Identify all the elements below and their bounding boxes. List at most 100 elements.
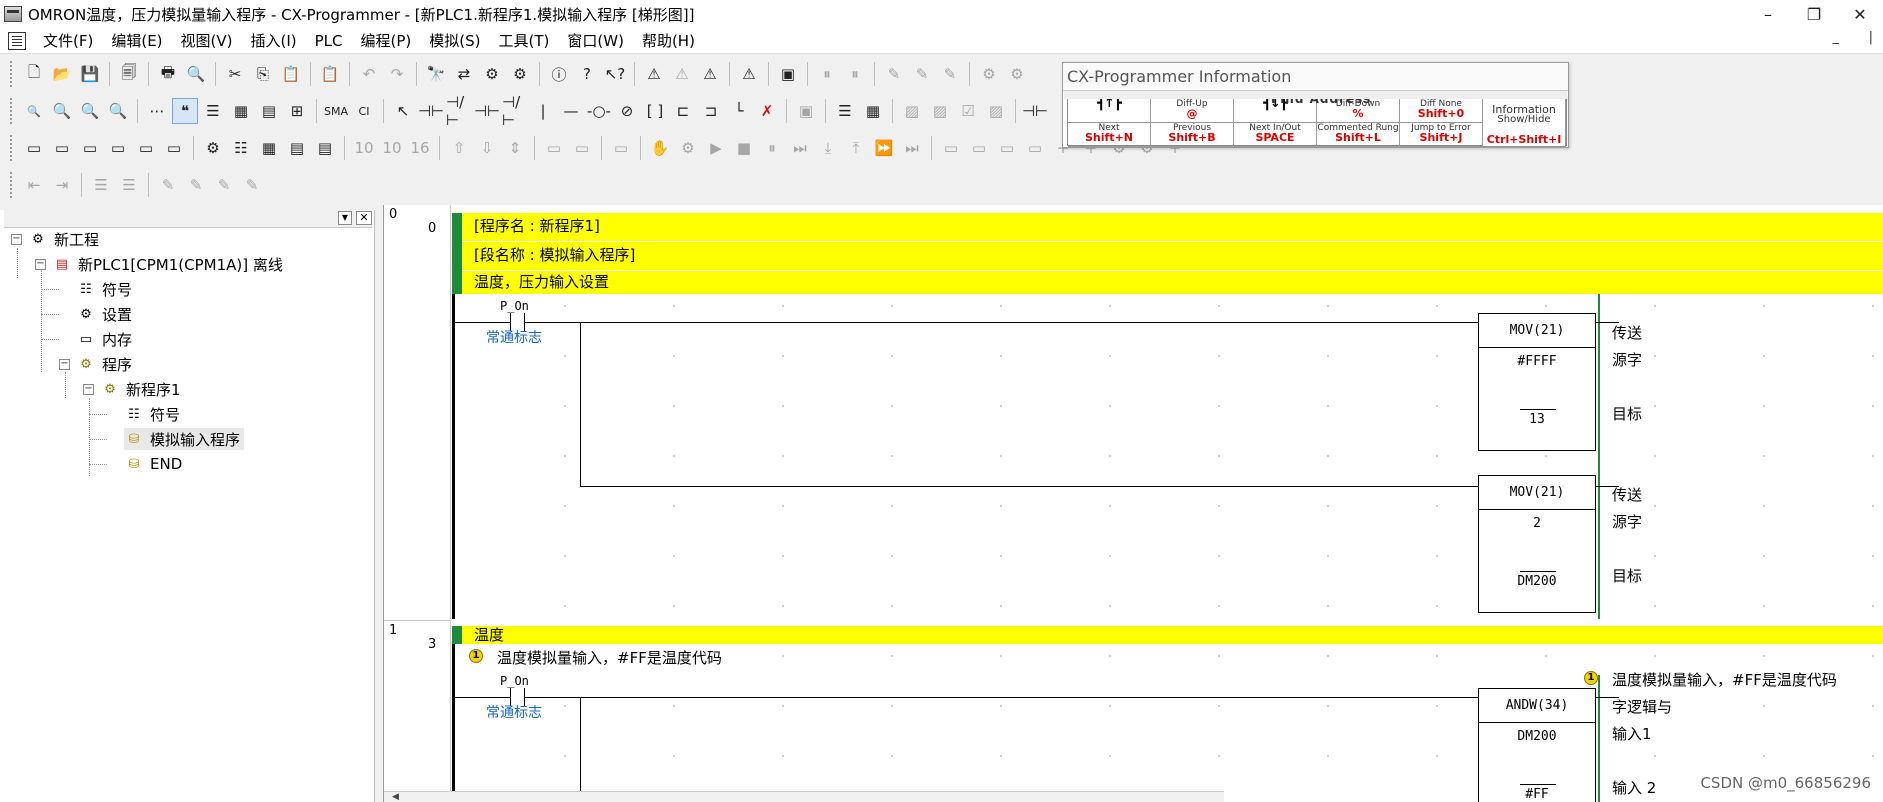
menu-window[interactable]: 窗口(W) (558, 30, 633, 51)
h16-icon[interactable]: 16 (407, 135, 433, 161)
monitor-icon[interactable]: ▣ (775, 61, 801, 87)
info-icon[interactable]: ⓘ (546, 61, 572, 87)
window4-icon[interactable]: ▭ (105, 135, 131, 161)
skip-icon[interactable]: ⏭ (899, 135, 925, 161)
new-file-icon[interactable]: 🗋 (21, 61, 47, 87)
print-preview-doc-icon[interactable]: 🗐 (116, 61, 142, 87)
ci-icon[interactable]: CI (351, 98, 377, 124)
menu-help[interactable]: 帮助(H) (633, 30, 704, 51)
instruction-icon[interactable]: [ ] (642, 98, 668, 124)
help-icon[interactable]: ? (574, 61, 600, 87)
zoom-fit-icon[interactable]: 🔍 (105, 98, 131, 124)
vertical-icon[interactable]: | (530, 98, 556, 124)
context-help-icon[interactable]: ↖? (602, 61, 628, 87)
pen2-icon[interactable]: ✎ (183, 172, 209, 198)
window3-icon[interactable]: ▭ (77, 135, 103, 161)
tree-expander[interactable]: − (11, 233, 22, 245)
list-icon[interactable]: ☰ (200, 98, 226, 124)
force-icon[interactable]: ☑ (955, 98, 981, 124)
paste-icon[interactable]: 📋 (278, 61, 304, 87)
save-icon[interactable]: 💾 (77, 61, 103, 87)
open-folder-icon[interactable]: 📂 (49, 61, 75, 87)
step-next-icon[interactable]: ⏭ (787, 135, 813, 161)
b1-icon[interactable]: ▭ (938, 135, 964, 161)
tree-node-analog-input-section[interactable]: ⛁ 模拟输入程序 (124, 428, 245, 450)
tree-dropdown-button[interactable]: ▼ (338, 211, 352, 225)
symbol-table-icon[interactable]: ⚙ (200, 135, 226, 161)
menu-view[interactable]: 视图(V) (172, 30, 242, 51)
warning-find-icon[interactable]: ⚠ (697, 61, 723, 87)
symbol2-icon[interactable]: ☷ (228, 135, 254, 161)
tree-close-button[interactable]: ✕ (356, 211, 372, 225)
restore-button[interactable]: ❐ (1791, 0, 1837, 28)
or-contact-icon[interactable]: ⊣⊢ (474, 98, 500, 124)
stop-icon[interactable]: ■ (731, 135, 757, 161)
stack-icon[interactable]: ☰ (832, 98, 858, 124)
tree-expander[interactable]: − (59, 358, 70, 370)
line-connect-icon[interactable]: └ (726, 98, 752, 124)
window5-icon[interactable]: ▭ (133, 135, 159, 161)
down-icon[interactable]: ⇩ (474, 135, 500, 161)
redo-icon[interactable]: ↷ (384, 61, 410, 87)
nc-contact-icon[interactable]: ⊣/⊢ (446, 93, 472, 129)
updown-icon[interactable]: ⇕ (502, 135, 528, 161)
replace-icon[interactable]: ⇄ (451, 61, 477, 87)
document-icon[interactable] (8, 31, 26, 50)
tree-node-project[interactable]: − ⚙ 新工程 (11, 228, 99, 250)
pause3-icon[interactable]: ⏸ (759, 135, 785, 161)
pen4-icon[interactable]: ✎ (239, 172, 265, 198)
toolbar-grip[interactable] (10, 61, 16, 87)
b2-icon[interactable]: ▭ (966, 135, 992, 161)
delete-line-icon[interactable]: ✗ (754, 98, 780, 124)
toolbar-grip[interactable] (10, 172, 16, 198)
menu-simulation[interactable]: 模拟(S) (420, 30, 489, 51)
online-edit2-icon[interactable]: ✎ (909, 61, 935, 87)
print-icon[interactable]: 🖶 (155, 61, 181, 87)
tree-node-program1[interactable]: − ⚙ 新程序1 (83, 378, 181, 400)
menu-edit[interactable]: 编辑(E) (102, 30, 171, 51)
cx-programmer-information-palette[interactable]: CX-Programmer Information ┫↑┣ Diff-Up @ ┫… (1062, 62, 1569, 148)
select-icon[interactable]: ↖ (390, 98, 416, 124)
monitor2-icon[interactable]: ▣ (793, 98, 819, 124)
clipboard-icon[interactable]: 📋 (317, 61, 343, 87)
horizontal-icon[interactable]: — (558, 98, 584, 124)
scroll-left-icon[interactable]: ◀ (392, 792, 399, 802)
pause2-icon[interactable]: ⏸ (842, 61, 868, 87)
tree-node-local-symbols[interactable]: ☷ 符号 (124, 403, 180, 425)
value-icon[interactable]: ▨ (983, 98, 1009, 124)
grid-icon[interactable]: ⋯ (144, 98, 170, 124)
palette-next[interactable]: Next Shift+N (1068, 123, 1151, 147)
window6-icon[interactable]: ▭ (161, 135, 187, 161)
toolbar-grip[interactable] (10, 98, 16, 124)
palette-commented-rung[interactable]: Commented Rung Shift+L (1317, 123, 1400, 147)
mov-instruction-block[interactable]: MOV(21) #FFFF 13 (1478, 313, 1596, 451)
palette-previous[interactable]: Previous Shift+B (1151, 123, 1234, 147)
close-button[interactable]: ✕ (1837, 0, 1883, 28)
project-workspace-tree[interactable]: ▼ ✕ − ⚙ 新工程 − ▤ 新PLC1[CPM1(CPM1A)] 离线 ☷ … (0, 210, 375, 802)
tree-node-end-section[interactable]: ⛁ END (124, 453, 183, 475)
andw-instruction-block[interactable]: ANDW(34) DM200 #FF (1478, 688, 1596, 802)
tree-expander[interactable]: − (83, 383, 94, 395)
cross-ref-icon[interactable]: ⚙ (479, 61, 505, 87)
toolbar-grip[interactable] (10, 135, 16, 161)
window2-icon[interactable]: ▭ (49, 135, 75, 161)
sma-icon[interactable]: SMA (323, 98, 349, 124)
counter-icon[interactable]: ⊐ (698, 98, 724, 124)
calendar-icon[interactable]: ▦ (860, 98, 886, 124)
step-out-icon[interactable]: ⤒ (843, 135, 869, 161)
undo-icon[interactable]: ↶ (356, 61, 382, 87)
sim-icon[interactable]: ▭ (608, 135, 634, 161)
tree-view-icon[interactable]: ⊞ (284, 98, 310, 124)
nc-coil-icon[interactable]: ⊘ (614, 98, 640, 124)
up-icon[interactable]: ⇧ (446, 135, 472, 161)
menu-file[interactable]: 文件(F) (34, 30, 102, 51)
tree-node-symbols[interactable]: ☷ 符号 (76, 278, 132, 300)
compile-warning-icon[interactable]: ⚠ (736, 61, 762, 87)
menu-insert[interactable]: 插入(I) (242, 30, 306, 51)
tree-node-programs[interactable]: − ⚙ 程序 (59, 353, 132, 375)
ladder-diagram-editor[interactable]: 0 0 1 3 [程序名 : 新程序1] [段名称 : 模拟输入程序] 温度，压… (383, 205, 1883, 802)
pen-icon[interactable]: ✎ (155, 172, 181, 198)
palette-diff-up[interactable]: Diff-Up @ (1151, 99, 1234, 123)
palette-next-in-out[interactable]: Next In/Out SPACE (1234, 123, 1317, 147)
online-edit-icon[interactable]: ✎ (881, 61, 907, 87)
